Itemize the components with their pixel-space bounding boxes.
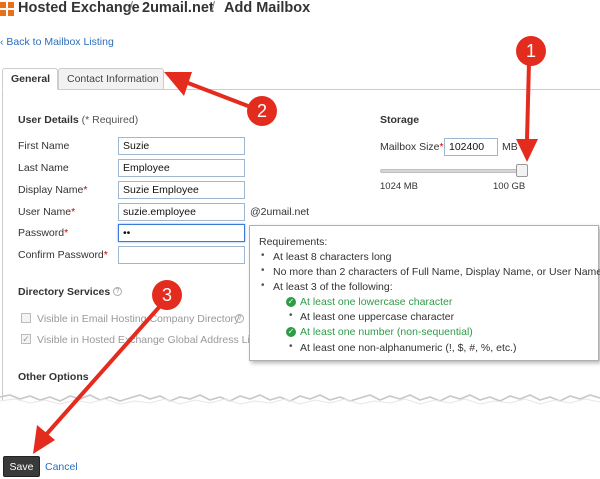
checkbox-email-hosting-directory[interactable]	[21, 313, 31, 323]
requirement-item: At least 3 of the following:	[273, 281, 393, 293]
mailbox-size-slider-track[interactable]	[380, 169, 528, 173]
first-name-input[interactable]: Suzie	[118, 137, 245, 155]
other-options-heading: Other Options	[18, 371, 89, 383]
annotation-number-1: 1	[525, 41, 536, 61]
annotation-arrowhead	[33, 425, 55, 454]
page-title: Add Mailbox	[224, 0, 311, 16]
bullet: •	[289, 310, 293, 321]
bullet: •	[261, 265, 265, 276]
password-input[interactable]: ••	[118, 224, 245, 242]
back-to-mailbox-listing-link[interactable]: ‹ Back to Mailbox Listing	[0, 36, 114, 48]
requirements-title: Requirements:	[259, 236, 328, 248]
storage-heading: Storage	[380, 114, 420, 126]
password-requirements-popup: Requirements: • At least 8 characters lo…	[249, 225, 600, 361]
check-circle-icon: ✓	[286, 327, 296, 337]
user-details-heading: User Details (* Required)	[18, 114, 138, 126]
user-details-title: User Details	[18, 114, 79, 126]
last-name-input[interactable]: Employee	[118, 159, 245, 177]
checkbox-global-address-list[interactable]: ✓	[21, 334, 31, 344]
display-name-label: Display Name*	[18, 184, 88, 196]
torn-edge-separator	[0, 394, 600, 405]
tab-general[interactable]: General	[2, 68, 58, 90]
help-icon[interactable]: ?	[235, 314, 244, 323]
annotation-number-3: 3	[161, 285, 172, 305]
last-name-label: Last Name	[18, 162, 69, 174]
confirm-password-input[interactable]	[118, 246, 245, 264]
directory-services-heading: Directory Services	[18, 286, 111, 298]
tab-bar: General Contact Information	[2, 68, 600, 90]
requirement-sub-item: At least one uppercase character	[300, 311, 455, 323]
tab-contact-information[interactable]: Contact Information	[58, 68, 164, 90]
mailbox-size-unit: MB	[502, 141, 518, 153]
required-note: (* Required)	[81, 114, 139, 126]
confirm-password-label: Confirm Password*	[18, 249, 108, 261]
mailbox-size-slider-handle[interactable]	[516, 164, 528, 177]
mailbox-size-label: Mailbox Size*	[380, 141, 444, 153]
breadcrumb-separator: /	[129, 0, 134, 16]
password-label: Password*	[18, 227, 69, 239]
breadcrumb-domain[interactable]: 2umail.net	[142, 0, 214, 16]
check-circle-icon: ✓	[286, 297, 296, 307]
requirement-item: At least 8 characters long	[273, 251, 392, 263]
requirement-sub-item: At least one lowercase character	[300, 296, 453, 308]
save-button[interactable]: Save	[3, 456, 40, 477]
bullet: •	[261, 280, 265, 291]
annotation-number-2: 2	[256, 101, 267, 121]
slider-max-label: 100 GB	[493, 181, 526, 192]
breadcrumb-service[interactable]: Hosted Exchange	[18, 0, 140, 16]
bullet: •	[289, 341, 293, 352]
cancel-link[interactable]: Cancel	[45, 461, 78, 473]
requirement-sub-item: At least one number (non-sequential)	[300, 326, 473, 338]
help-icon[interactable]: ?	[113, 287, 122, 296]
first-name-label: First Name	[18, 140, 70, 152]
email-hosting-directory-label: Visible in Email Hosting Company Directo…	[37, 313, 240, 325]
bullet: •	[261, 250, 265, 261]
user-name-input[interactable]: suzie.employee	[118, 203, 245, 221]
display-name-input[interactable]: Suzie Employee	[118, 181, 245, 199]
user-name-label: User Name*	[18, 206, 76, 218]
global-address-list-label: Visible in Hosted Exchange Global Addres…	[37, 334, 259, 346]
breadcrumb-separator: /	[211, 0, 216, 16]
requirement-sub-item: At least one non-alphanumeric (!, $, #, …	[300, 342, 517, 354]
user-name-domain-suffix: @2umail.net	[250, 206, 310, 218]
requirement-item: No more than 2 characters of Full Name, …	[273, 266, 600, 278]
slider-min-label: 1024 MB	[380, 181, 419, 192]
app-grid-icon	[0, 2, 14, 16]
mailbox-size-input[interactable]: 102400	[444, 138, 498, 156]
